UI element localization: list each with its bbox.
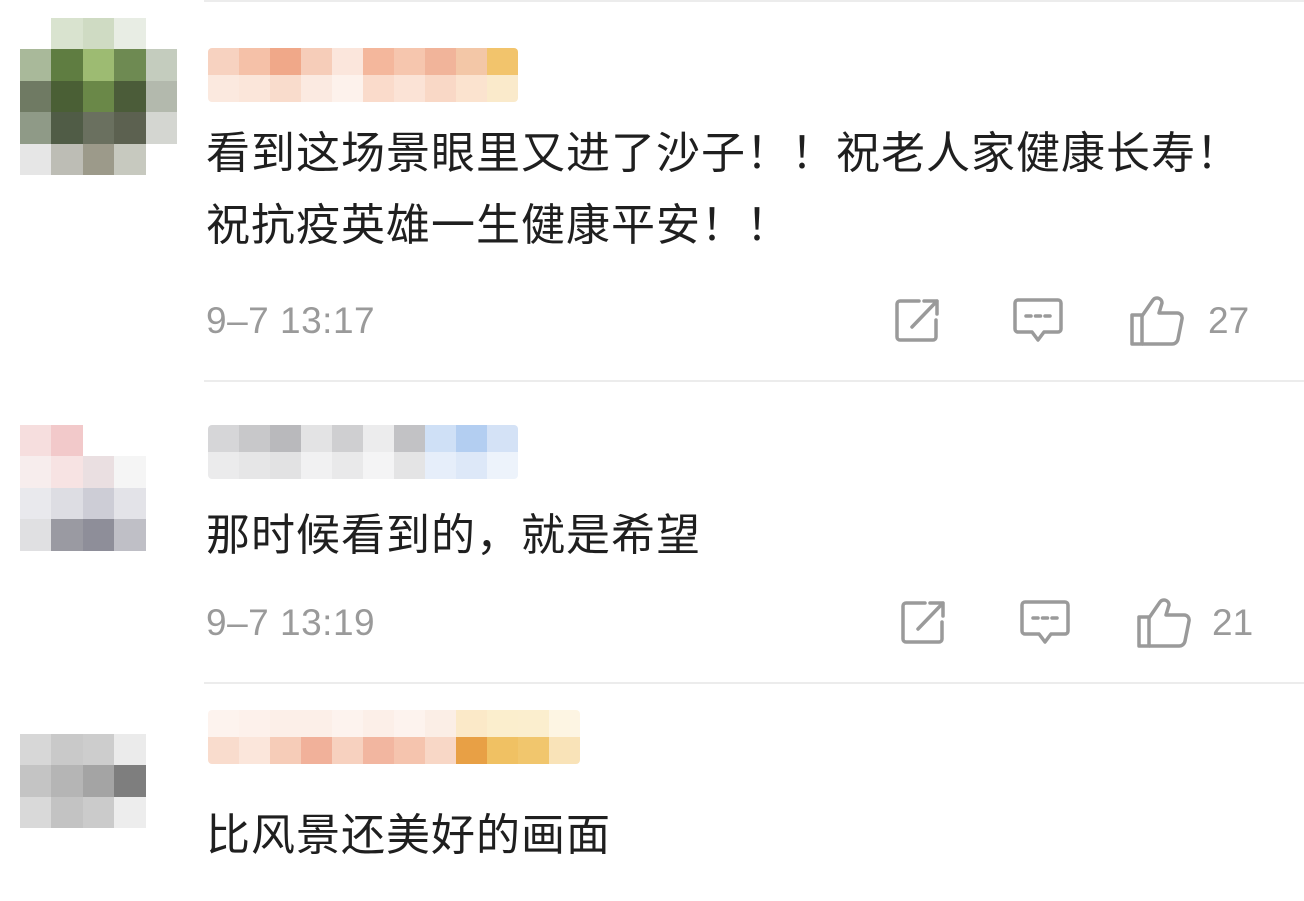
comment-timestamp: 9–7 13:17 [206, 300, 376, 341]
share-button[interactable] [893, 296, 943, 344]
comment-item: 看到这场景眼里又进了沙子！！祝老人家健康长寿！祝抗疫英雄一生健康平安！！ 9–7… [0, 0, 1304, 380]
like-button[interactable] [1128, 292, 1186, 348]
comment-icon [1020, 600, 1070, 644]
comment-feed: 看到这场景眼里又进了沙子！！祝老人家健康长寿！祝抗疫英雄一生健康平安！！ 9–7… [0, 0, 1304, 901]
like-button[interactable] [1135, 594, 1193, 650]
comment-icon [1013, 298, 1063, 342]
reply-button[interactable] [1019, 598, 1071, 648]
comment-item: 比风景还美好的画面 [0, 684, 1304, 901]
like-count: 21 [1212, 602, 1254, 643]
username-blurred[interactable] [208, 425, 518, 479]
comment-text: 比风景还美好的画面 [206, 810, 611, 861]
share-icon [901, 601, 945, 644]
comment-item: 那时候看到的，就是希望 9–7 13:19 21 [0, 382, 1304, 682]
thumbs-up-icon [1137, 598, 1191, 648]
username-blurred[interactable] [208, 48, 518, 102]
username-blurred[interactable] [208, 710, 580, 764]
thumbs-up-icon [1130, 296, 1184, 346]
comment-timestamp: 9–7 13:19 [206, 602, 376, 643]
avatar[interactable] [20, 18, 177, 175]
comment-text: 那时候看到的，就是希望 [206, 510, 701, 561]
share-button[interactable] [899, 598, 949, 646]
avatar[interactable] [20, 734, 177, 829]
comment-text: 看到这场景眼里又进了沙子！！祝老人家健康长寿！祝抗疫英雄一生健康平安！！ [206, 128, 1241, 251]
like-count: 27 [1208, 300, 1250, 341]
reply-button[interactable] [1012, 296, 1064, 346]
share-icon [895, 299, 939, 342]
avatar[interactable] [20, 425, 177, 551]
